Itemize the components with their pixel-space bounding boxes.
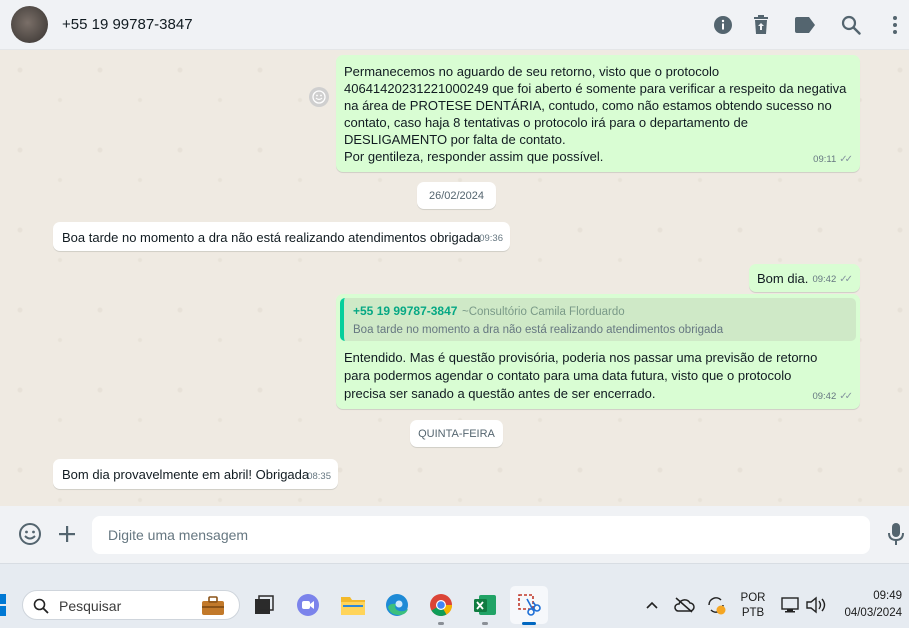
clock-time[interactable]: 09:49 — [838, 590, 908, 602]
trash-icon[interactable] — [749, 13, 773, 37]
input-language[interactable]: POR — [738, 592, 768, 604]
briefcase-icon — [202, 596, 224, 615]
message-bubble-incoming[interactable]: Boa tarde no momento a dra não está real… — [53, 222, 510, 251]
reaction-smiley-icon[interactable] — [309, 87, 329, 107]
teams-chat-icon[interactable] — [294, 591, 322, 619]
snipping-tool-icon[interactable] — [515, 591, 543, 625]
sync-warning-icon[interactable] — [702, 591, 730, 619]
message-text: Bom dia. — [757, 271, 809, 286]
quote-author-name: ~Consultório Camila Florduardo — [462, 306, 625, 318]
edge-browser-icon[interactable] — [383, 591, 411, 619]
task-view-icon[interactable] — [250, 591, 278, 619]
plus-icon[interactable] — [55, 522, 79, 546]
microphone-icon[interactable] — [884, 522, 908, 546]
quote-author: +55 19 99787-3847 — [353, 304, 458, 318]
message-time: 08:35 — [307, 471, 331, 482]
message-bubble-outgoing-reply[interactable]: +55 19 99787-3847 ~Consultório Camila Fl… — [336, 294, 860, 409]
double-check-icon: ✓✓ — [839, 154, 853, 165]
message-bubble-outgoing[interactable]: Permanecemos no aguardo de seu retorno, … — [336, 55, 860, 172]
contact-avatar[interactable] — [11, 6, 48, 43]
message-input[interactable] — [92, 516, 870, 554]
message-bubble-incoming[interactable]: Bom dia provavelmente em abril! Obrigada… — [53, 459, 338, 489]
message-time: 09:42 — [812, 391, 837, 402]
search-icon[interactable] — [839, 13, 863, 37]
clock-date[interactable]: 04/03/2024 — [830, 607, 908, 619]
message-text: Bom dia provavelmente em abril! Obrigada — [62, 467, 310, 482]
double-check-icon: ✓✓ — [839, 391, 853, 402]
chevron-up-icon[interactable] — [638, 591, 666, 619]
quote-text: Boa tarde no momento a dra não está real… — [353, 324, 724, 336]
network-icon[interactable] — [777, 591, 805, 619]
file-explorer-icon[interactable] — [339, 591, 367, 619]
message-text: Permanecemos no aguardo de seu retorno, … — [344, 64, 847, 147]
taskbar-search[interactable]: Pesquisar — [22, 590, 240, 620]
more-icon[interactable] — [883, 13, 907, 37]
os-taskbar: Pesquisar POR PTB 09:49 04/03/2024 — [0, 563, 909, 628]
message-text: Boa tarde no momento a dra não está real… — [62, 230, 481, 245]
excel-icon[interactable] — [471, 591, 499, 625]
quoted-message[interactable]: +55 19 99787-3847 ~Consultório Camila Fl… — [340, 298, 856, 341]
message-text: Entendido. Mas é questão provisória, pod… — [344, 350, 818, 401]
keyboard-layout[interactable]: PTB — [738, 607, 768, 619]
contact-name[interactable]: +55 19 99787-3847 — [62, 16, 193, 33]
message-time: 09:11 — [813, 154, 837, 165]
message-time: 09:42 — [812, 274, 837, 285]
message-bubble-outgoing[interactable]: Bom dia. 09:42 ✓✓ — [749, 264, 860, 292]
cloud-offline-icon[interactable] — [670, 591, 698, 619]
message-composer — [0, 506, 909, 563]
search-label: Pesquisar — [59, 598, 122, 614]
emoji-icon[interactable] — [18, 522, 42, 546]
chrome-browser-icon[interactable] — [427, 591, 455, 625]
double-check-icon: ✓✓ — [839, 274, 853, 285]
chat-area[interactable]: Permanecemos no aguardo de seu retorno, … — [0, 50, 909, 506]
message-text: Por gentileza, responder assim que possí… — [344, 149, 604, 164]
chat-header: +55 19 99787-3847 — [0, 0, 909, 50]
label-icon[interactable] — [793, 13, 817, 37]
info-icon[interactable] — [711, 13, 735, 37]
volume-icon[interactable] — [802, 591, 830, 619]
date-separator: 26/02/2024 — [417, 182, 496, 209]
message-time: 09:36 — [479, 233, 503, 244]
running-indicator — [482, 622, 488, 625]
start-button-icon[interactable] — [0, 594, 8, 616]
running-indicator — [438, 622, 444, 625]
date-separator: QUINTA-FEIRA — [410, 420, 503, 447]
active-indicator — [522, 622, 536, 625]
